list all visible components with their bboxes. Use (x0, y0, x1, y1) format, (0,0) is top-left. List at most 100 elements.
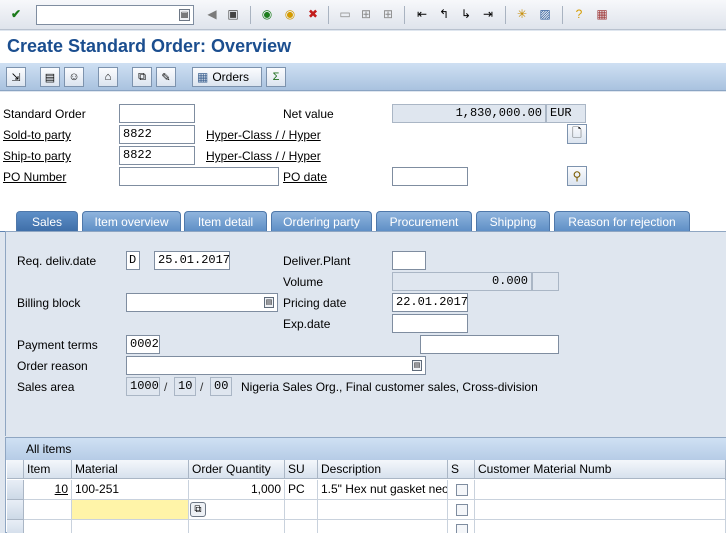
customer-material-cell[interactable] (475, 520, 726, 533)
net-value-label: Net value (283, 107, 334, 121)
payment-terms-field[interactable]: 0002 (126, 335, 160, 354)
item-number-cell[interactable] (24, 500, 72, 520)
volume-unit-field (532, 272, 559, 291)
sales-org-field: 1000 (126, 377, 160, 396)
cancel-icon[interactable]: ✖ (305, 6, 321, 22)
order-reason-field[interactable]: ▤ (126, 356, 426, 375)
print-icon[interactable]: ▭ (337, 6, 353, 22)
partner-icon[interactable]: ☺ (64, 67, 84, 87)
tab-ordering-party[interactable]: Ordering party (271, 211, 372, 231)
sold-to-party-name[interactable]: Hyper-Class / / Hyper (206, 128, 321, 142)
header-details-icon[interactable]: ▤ (40, 67, 60, 87)
ship-to-party-label[interactable]: Ship-to party (3, 149, 71, 163)
s-cell (448, 520, 475, 533)
enter-icon[interactable]: ✔ (8, 6, 24, 22)
description-cell[interactable] (318, 520, 448, 533)
exp-date-field[interactable] (392, 314, 468, 333)
last-page-icon[interactable]: ⇥ (480, 6, 496, 22)
back-icon[interactable]: ◉ (259, 6, 275, 22)
po-number-label[interactable]: PO Number (3, 170, 66, 184)
tab-item-detail[interactable]: Item detail (184, 211, 267, 231)
save-icon[interactable]: ▣ (225, 6, 241, 22)
po-number-field[interactable] (119, 167, 279, 186)
search-help-icon[interactable]: ⧉ (190, 502, 206, 517)
material-cell[interactable]: 100-251 (72, 480, 189, 500)
sold-to-party-label[interactable]: Sold-to party (3, 128, 71, 142)
col-header-item[interactable]: Item (24, 460, 72, 479)
description-cell[interactable] (318, 500, 448, 520)
history-arrow-icon[interactable]: ◀ (204, 6, 220, 22)
deliver-plant-field[interactable] (392, 251, 426, 270)
customer-material-cell[interactable] (475, 500, 726, 520)
row-selector[interactable] (7, 520, 24, 533)
po-date-label[interactable]: PO date (283, 170, 327, 184)
row-selector[interactable] (7, 480, 24, 500)
customer-search-icon[interactable]: ⚲ (567, 166, 587, 186)
display-doc-flow-icon[interactable]: ⇲ (6, 67, 26, 87)
orders-icon: ▦ (197, 70, 209, 84)
col-header-su[interactable]: SU (285, 460, 318, 479)
system-toolbar: ✔ ▤ ◀ ▣ ◉ ◉ ✖ ▭ ⊞ ⊞ ⇤ ↰ ↳ ⇥ ✳ ▨ ? ▦ (0, 0, 726, 30)
col-header-order-quantity[interactable]: Order Quantity (189, 460, 285, 479)
next-page-icon[interactable]: ↳ (458, 6, 474, 22)
status-checkbox[interactable] (456, 504, 468, 516)
document-icon[interactable]: 🗋 (567, 124, 587, 144)
tab-shipping[interactable]: Shipping (476, 211, 550, 231)
status-checkbox[interactable] (456, 524, 468, 533)
col-header-description[interactable]: Description (318, 460, 448, 479)
find-icon[interactable]: ⊞ (358, 6, 374, 22)
tab-item-overview[interactable]: Item overview (82, 211, 181, 231)
su-cell[interactable] (285, 520, 318, 533)
order-reason-dropdown-icon[interactable]: ▤ (412, 360, 422, 371)
payment-terms-text-field[interactable] (420, 335, 559, 354)
req-deliv-date-field[interactable]: 25.01.2017 (154, 251, 230, 270)
s-cell (448, 480, 475, 500)
item-number-cell[interactable] (24, 520, 72, 533)
command-history-dropdown-icon[interactable]: ▤ (179, 9, 190, 21)
sales-area-text: Nigeria Sales Org., Final customer sales… (241, 380, 538, 394)
pricing-date-field[interactable]: 22.01.2017 (392, 293, 468, 312)
su-cell[interactable] (285, 500, 318, 520)
material-cell[interactable] (72, 520, 189, 533)
po-date-field[interactable] (392, 167, 468, 186)
col-header-s[interactable]: S (448, 460, 475, 479)
row-selector[interactable] (7, 500, 24, 520)
item-conditions-icon[interactable]: ✎ (156, 67, 176, 87)
billing-block-dropdown-icon[interactable]: ▤ (264, 297, 274, 308)
su-cell[interactable]: PC (285, 480, 318, 500)
header-output-icon[interactable]: ⌂ (98, 67, 118, 87)
orders-button[interactable]: ▦ Orders (192, 67, 262, 87)
order-quantity-cell[interactable] (189, 520, 285, 533)
find-next-icon[interactable]: ⊞ (380, 6, 396, 22)
status-checkbox[interactable] (456, 484, 468, 496)
ship-to-party-name[interactable]: Hyper-Class / / Hyper (206, 149, 321, 163)
billing-block-field[interactable]: ▤ (126, 293, 278, 312)
new-session-icon[interactable]: ✳ (514, 6, 530, 22)
deliver-plant-label: Deliver.Plant (283, 254, 351, 268)
sold-to-party-field[interactable]: 8822 (119, 125, 195, 144)
order-quantity-cell[interactable]: 1,000 (189, 480, 285, 500)
col-header-customer-material[interactable]: Customer Material Numb (475, 460, 726, 479)
select-all-cell[interactable] (7, 460, 24, 479)
customer-material-cell[interactable] (475, 480, 726, 500)
item-details-icon[interactable]: ⧉ (132, 67, 152, 87)
first-page-icon[interactable]: ⇤ (414, 6, 430, 22)
shortcut-icon[interactable]: ▨ (537, 6, 553, 22)
sum-icon[interactable]: Σ (266, 67, 286, 87)
help-icon[interactable]: ? (571, 6, 587, 22)
tab-reason-for-rejection[interactable]: Reason for rejection (554, 211, 690, 231)
material-cell-active[interactable] (72, 500, 189, 520)
command-field[interactable]: ▤ (36, 5, 194, 25)
page-title: Create Standard Order: Overview (7, 36, 292, 56)
col-header-material[interactable]: Material (72, 460, 189, 479)
tab-procurement[interactable]: Procurement (376, 211, 472, 231)
tab-sales[interactable]: Sales (16, 211, 78, 231)
req-deliv-date-format[interactable]: D (126, 251, 140, 270)
ship-to-party-field[interactable]: 8822 (119, 146, 195, 165)
standard-order-field[interactable] (119, 104, 195, 123)
item-number-cell[interactable]: 10 (24, 480, 72, 500)
prev-page-icon[interactable]: ↰ (436, 6, 452, 22)
exit-icon[interactable]: ◉ (282, 6, 298, 22)
description-cell[interactable]: 1.5" Hex nut gasket neo (318, 480, 448, 500)
layout-icon[interactable]: ▦ (594, 6, 610, 22)
